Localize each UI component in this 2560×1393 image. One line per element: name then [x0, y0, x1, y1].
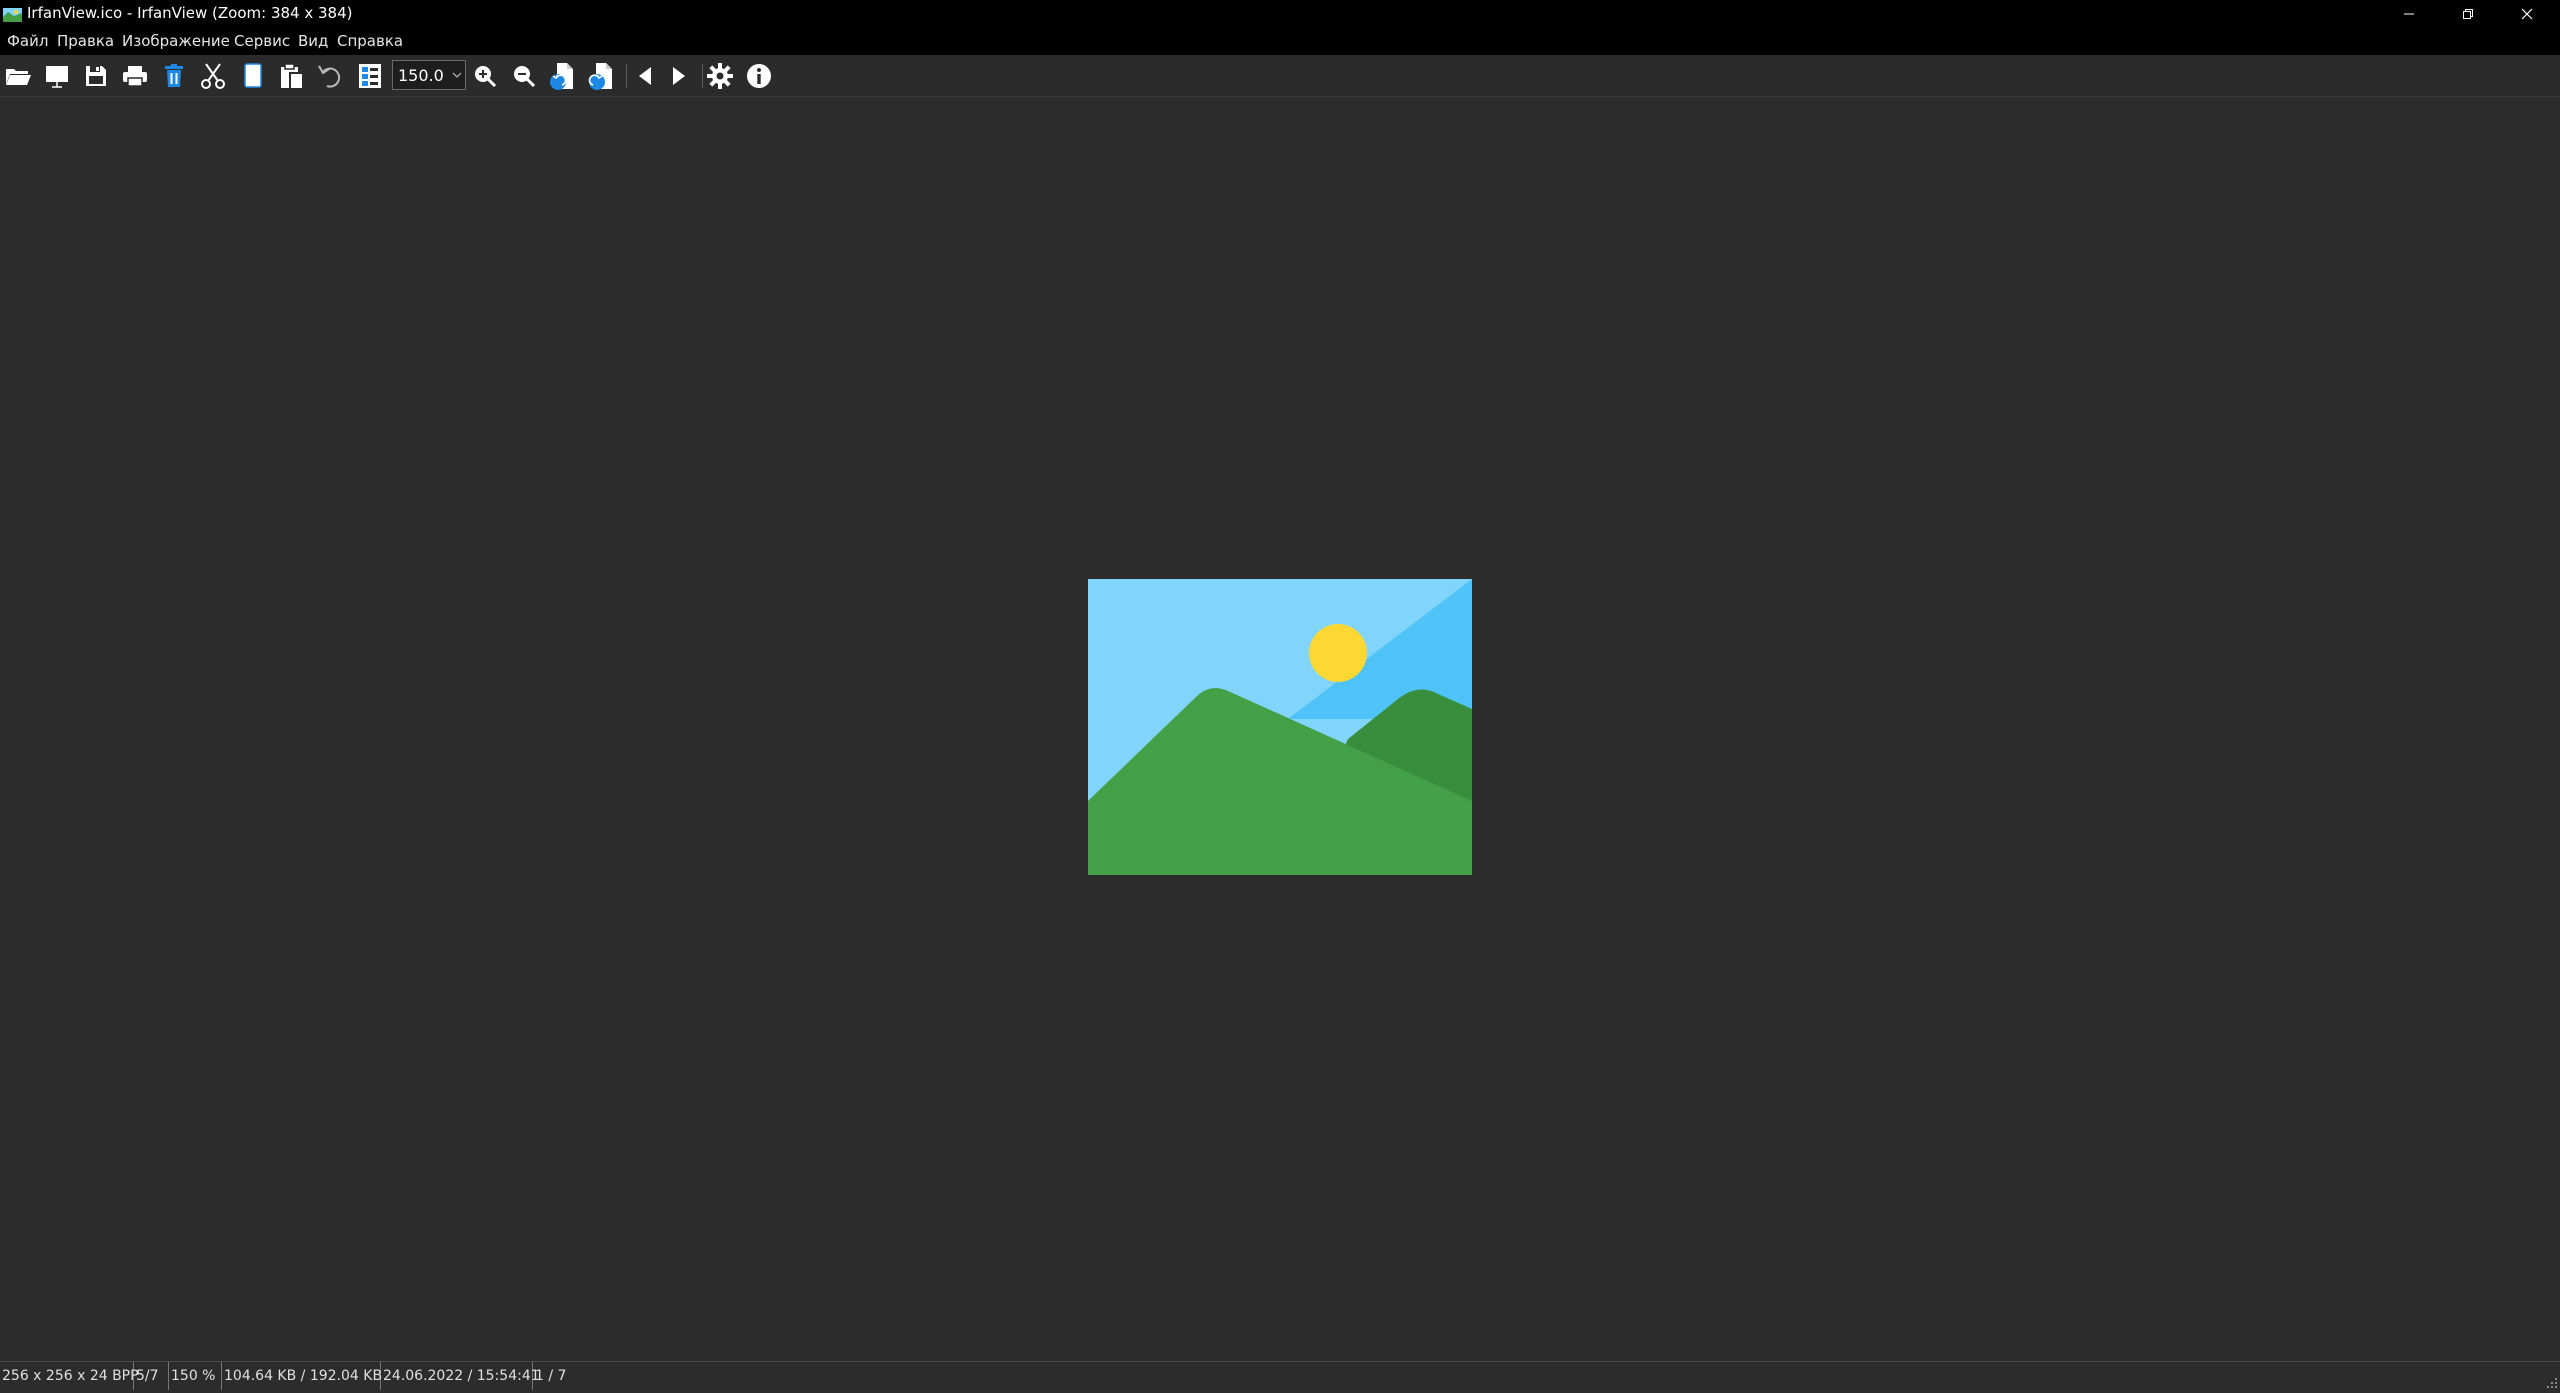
delete-button[interactable]: [158, 60, 190, 92]
print-button[interactable]: [119, 60, 151, 92]
status-datetime: 24.06.2022 / 15:54:41: [381, 1362, 540, 1390]
settings-icon: [707, 63, 733, 89]
restore-button[interactable]: [2439, 0, 2497, 27]
previous-icon: [639, 67, 651, 85]
rotate-right-button[interactable]: [586, 60, 618, 92]
menu-edit[interactable]: Правка: [57, 27, 114, 55]
rotate-left-icon: [550, 63, 573, 90]
next-icon: [673, 67, 685, 85]
window-title: IrfanView.ico - IrfanView (Zoom: 384 x 3…: [27, 4, 353, 22]
toolbar: 150.0: [0, 55, 2560, 97]
minimize-button[interactable]: [2380, 0, 2438, 27]
settings-button[interactable]: [704, 60, 736, 92]
status-index: 1 / 7: [535, 1368, 567, 1384]
zoom-combobox[interactable]: 150.0: [392, 60, 466, 90]
slideshow-icon: [46, 66, 68, 88]
status-file-size: 104.64 KB / 192.04 KB: [222, 1362, 382, 1390]
menu-tools[interactable]: Сервис: [234, 27, 290, 55]
thumbnails-icon: [359, 64, 381, 88]
rotate-right-icon: [588, 63, 612, 90]
irfanview-app-icon[interactable]: [3, 7, 22, 22]
toolbar-separator: [702, 64, 703, 88]
zoom-out-button[interactable]: [508, 60, 540, 92]
irfanview-window: IrfanView.ico - IrfanView (Zoom: 384 x 3…: [0, 0, 2560, 1391]
copy-button[interactable]: [237, 60, 269, 92]
menu-bar: Файл Правка Изображение Сервис Вид Справ…: [0, 27, 2560, 55]
status-dimensions: 256 x 256 x 24 BPP: [0, 1362, 139, 1390]
save-button[interactable]: [80, 60, 112, 92]
copy-icon: [244, 63, 262, 88]
toolbar-separator: [626, 64, 627, 88]
cut-icon: [201, 63, 225, 89]
zoom-value[interactable]: 150.0: [393, 66, 449, 85]
previous-button[interactable]: [628, 60, 660, 92]
cut-button[interactable]: [197, 60, 229, 92]
zoom-out-icon: [514, 66, 536, 88]
status-bar: 256 x 256 x 24 BPP 5/7 150 % 104.64 KB /…: [0, 1361, 2560, 1391]
zoom-in-icon: [475, 66, 497, 88]
menu-view[interactable]: Вид: [298, 27, 328, 55]
menu-help[interactable]: Справка: [337, 27, 403, 55]
status-page: 5/7: [134, 1362, 169, 1390]
info-icon: [747, 64, 771, 88]
chevron-down-icon[interactable]: [449, 61, 465, 89]
image-canvas[interactable]: [0, 97, 2560, 1361]
save-icon: [86, 66, 106, 86]
restore-icon: [2463, 8, 2473, 19]
paste-icon: [281, 63, 304, 90]
rotate-left-button[interactable]: [547, 60, 579, 92]
info-button[interactable]: [743, 60, 775, 92]
thumbnails-button[interactable]: [354, 60, 386, 92]
delete-icon: [165, 64, 183, 87]
minimize-icon: [2404, 13, 2414, 14]
print-icon: [123, 66, 147, 87]
close-icon: [2521, 8, 2533, 19]
menu-image[interactable]: Изображение: [122, 27, 230, 55]
resize-grip-icon[interactable]: [2546, 1377, 2558, 1389]
paste-button[interactable]: [276, 60, 308, 92]
menu-file[interactable]: Файл: [7, 27, 48, 55]
open-folder-icon: [6, 69, 31, 85]
next-button[interactable]: [664, 60, 696, 92]
zoom-in-button[interactable]: [469, 60, 501, 92]
slideshow-button[interactable]: [41, 60, 73, 92]
open-button[interactable]: [2, 60, 34, 92]
undo-icon: [318, 65, 341, 88]
status-zoom: 150 %: [169, 1362, 222, 1390]
undo-button[interactable]: [315, 60, 347, 92]
landscape-image-icon: [1088, 579, 1472, 875]
title-bar[interactable]: IrfanView.ico - IrfanView (Zoom: 384 x 3…: [0, 0, 2560, 27]
close-button[interactable]: [2498, 0, 2556, 27]
